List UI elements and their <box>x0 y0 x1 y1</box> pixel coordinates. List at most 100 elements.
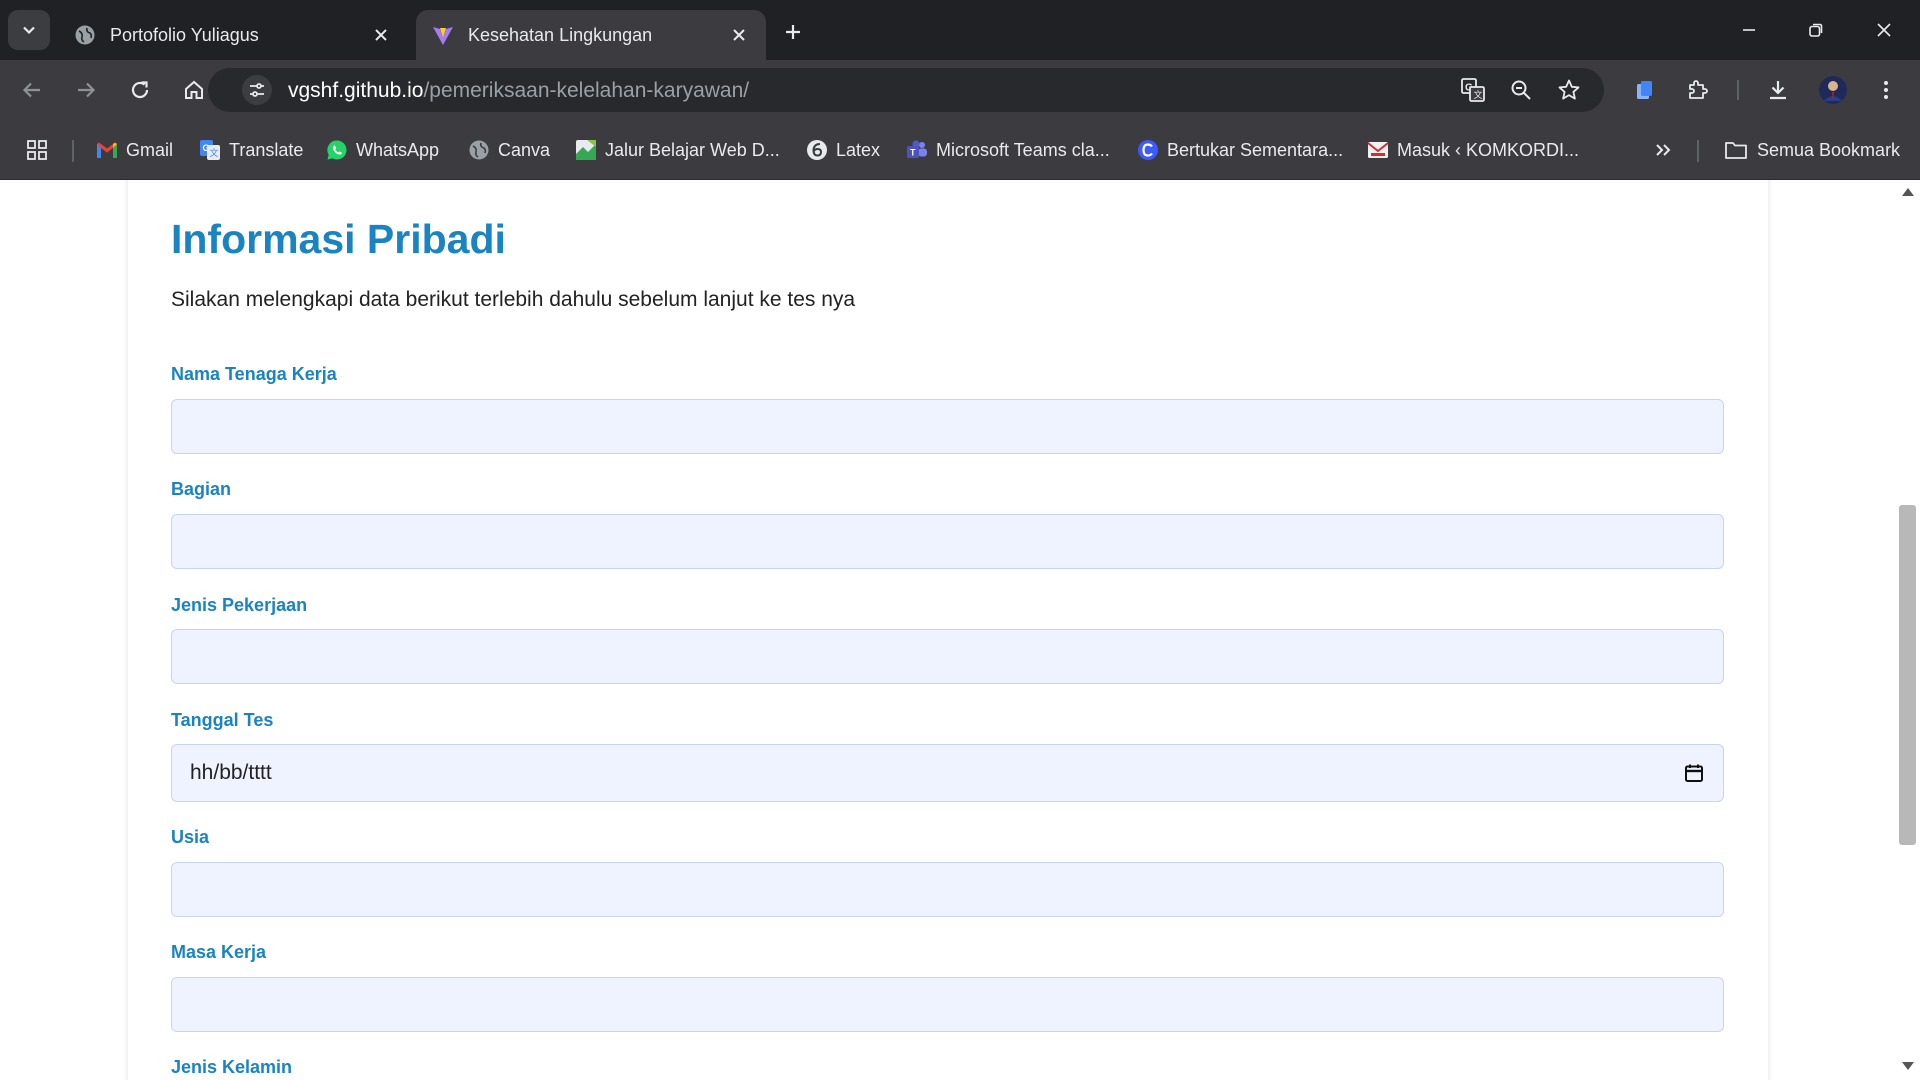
chevron-down-icon <box>23 26 35 35</box>
back-button[interactable] <box>14 72 50 108</box>
zoom-out-icon <box>1511 80 1531 100</box>
translate-icon: G文 <box>199 139 221 161</box>
restore-button[interactable] <box>1787 8 1845 52</box>
jenis-pekerjaan-label: Jenis Pekerjaan <box>171 595 308 615</box>
toolbar-divider <box>1737 80 1739 100</box>
reload-button[interactable] <box>122 72 158 108</box>
bagian-input[interactable] <box>171 514 1724 569</box>
close-window-button[interactable] <box>1855 8 1913 52</box>
home-button[interactable] <box>176 72 212 108</box>
tanggal-tes-input[interactable]: hh/bb/tttt <box>171 744 1724 802</box>
page-scrollbar[interactable] <box>1896 180 1920 1080</box>
extension-file-icon <box>1637 81 1652 99</box>
tab-search-button[interactable] <box>8 10 50 50</box>
scroll-down-arrow-icon[interactable] <box>1902 1062 1914 1070</box>
bookmark-label: Bertukar Sementara... <box>1167 139 1344 160</box>
tab-kesehatan[interactable]: Kesehatan Lingkungan <box>416 10 766 60</box>
date-placeholder: hh/bb/tttt <box>190 761 272 784</box>
bookmark-label: Latex <box>836 139 881 160</box>
forward-button[interactable] <box>68 72 104 108</box>
plus-icon <box>786 25 800 39</box>
gmail-icon <box>96 139 118 161</box>
all-bookmarks-label: Semua Bookmark <box>1757 139 1901 160</box>
browser-menu-button[interactable] <box>1868 72 1904 108</box>
latex-icon <box>806 139 828 161</box>
bookmark-star-button[interactable] <box>1554 75 1584 105</box>
page-subtitle: Silakan melengkapi data berikut terlebih… <box>171 288 856 311</box>
all-bookmarks-button[interactable]: Semua Bookmark <box>1723 136 1900 164</box>
folder-icon <box>1723 139 1749 161</box>
whatsapp-icon <box>326 139 348 161</box>
minimize-button[interactable] <box>1720 8 1778 52</box>
tune-icon <box>250 83 264 97</box>
jenis-kelamin-label: Jenis Kelamin <box>171 1057 293 1077</box>
puzzle-icon <box>1689 80 1708 99</box>
tab-title: Portofolio Yuliagus <box>110 24 259 45</box>
translate-icon: G文 <box>1461 78 1485 102</box>
downloads-button[interactable] <box>1760 72 1796 108</box>
apps-grid-icon <box>26 139 48 161</box>
bookmark-teams[interactable]: T Microsoft Teams cla... <box>906 136 1110 164</box>
bookmark-label: Jalur Belajar Web D... <box>605 139 780 160</box>
close-icon <box>1877 23 1891 37</box>
star-icon <box>1558 79 1580 100</box>
tanggal-tes-label: Tanggal Tes <box>171 710 274 730</box>
double-chevron-right-icon <box>1652 139 1674 161</box>
reload-icon <box>131 81 149 99</box>
close-icon <box>375 29 387 41</box>
calendar-icon[interactable] <box>1683 762 1705 784</box>
restore-icon <box>1809 23 1823 37</box>
bookmark-page-icon <box>575 139 597 161</box>
bookmarks-bar: Gmail G文 Translate WhatsApp Canva Jalur … <box>0 120 1920 180</box>
vite-icon <box>432 24 454 46</box>
bookmark-whatsapp[interactable]: WhatsApp <box>326 136 439 164</box>
tab-portofolio[interactable]: Portofolio Yuliagus <box>58 10 408 60</box>
extensions-menu-button[interactable] <box>1680 72 1716 108</box>
jenis-pekerjaan-input[interactable] <box>171 629 1724 684</box>
new-tab-button[interactable] <box>776 15 810 49</box>
bagian-label: Bagian <box>171 479 232 499</box>
profile-button[interactable] <box>1815 72 1851 108</box>
tab-title: Kesehatan Lingkungan <box>468 24 653 45</box>
nama-label: Nama Tenaga Kerja <box>171 364 337 384</box>
more-vert-icon <box>1884 81 1888 99</box>
bookmark-label: Translate <box>229 139 304 160</box>
bookmark-gmail[interactable]: Gmail <box>96 136 173 164</box>
avatar <box>1819 76 1847 104</box>
more-bookmarks-button[interactable] <box>1652 136 1682 164</box>
bookmarks-divider <box>1697 140 1699 162</box>
usia-label: Usia <box>171 827 210 847</box>
bookmark-canva[interactable]: Canva <box>468 136 550 164</box>
close-icon <box>733 29 745 41</box>
zoom-button[interactable] <box>1506 75 1536 105</box>
bookmark-komkordi[interactable]: Masuk ‹ KOMKORDI... <box>1367 136 1579 164</box>
scroll-up-arrow-icon[interactable] <box>1902 188 1914 196</box>
close-tab-button[interactable] <box>368 22 394 48</box>
apps-button[interactable] <box>26 136 56 164</box>
svg-text:文: 文 <box>1474 89 1483 100</box>
bookmark-bertukar[interactable]: Bertukar Sementara... <box>1137 136 1343 164</box>
site-info-button[interactable] <box>242 75 272 105</box>
masa-kerja-label: Masa Kerja <box>171 942 267 962</box>
url-path: /pemeriksaan-kelelahan-karyawan/ <box>423 79 750 102</box>
masa-kerja-input[interactable] <box>171 977 1724 1032</box>
bookmark-translate[interactable]: G文 Translate <box>199 136 303 164</box>
bookmark-latex[interactable]: Latex <box>806 136 880 164</box>
scrollbar-thumb[interactable] <box>1899 505 1916 845</box>
extension-button[interactable] <box>1626 72 1662 108</box>
nama-tenaga-kerja-input[interactable] <box>171 399 1724 454</box>
bookmark-label: WhatsApp <box>356 139 440 160</box>
mail-icon <box>1367 139 1389 161</box>
bookmark-label: Microsoft Teams cla... <box>936 139 1110 160</box>
svg-text:T: T <box>910 148 916 158</box>
close-tab-button[interactable] <box>726 22 752 48</box>
usia-input[interactable] <box>171 862 1724 917</box>
bookmark-label: Gmail <box>126 139 174 160</box>
c-logo-icon <box>1137 139 1159 161</box>
translate-page-button[interactable]: G文 <box>1458 75 1488 105</box>
address-bar[interactable]: vgshf.github.io/pemeriksaan-kelelahan-ka… <box>208 68 1604 112</box>
download-icon <box>1770 81 1786 100</box>
bookmark-jalur-belajar[interactable]: Jalur Belajar Web D... <box>575 136 780 164</box>
home-icon <box>185 80 203 99</box>
teams-icon: T <box>906 139 928 161</box>
